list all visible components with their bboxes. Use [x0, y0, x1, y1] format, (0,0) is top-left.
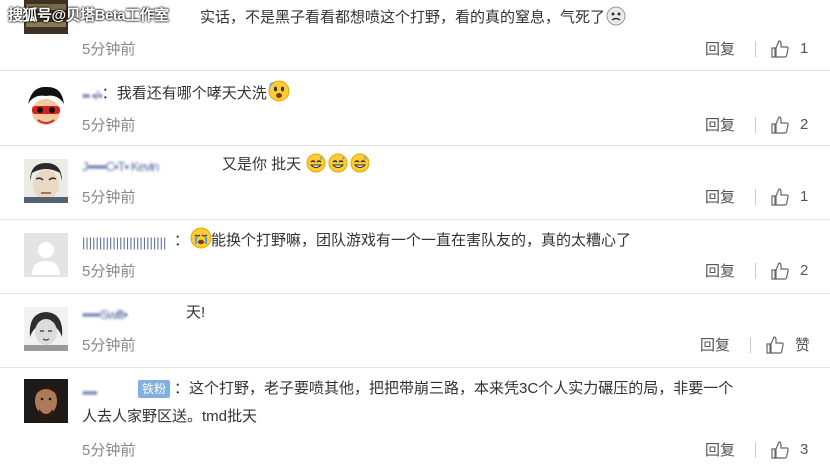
comment-text: 实话，不是黑子看看都想喷这个打野，看的真的窒息，气死了: [200, 9, 606, 26]
comment-body: J▪▪▪▪▪C▪T▪ Kevin 又是你 批天: [82, 153, 810, 177]
avatar[interactable]: [24, 233, 68, 277]
username[interactable]: ▪▪▪▪▪Swift▪: [82, 303, 172, 323]
like-count: 3: [800, 441, 809, 458]
sweat-smile-icon: [350, 153, 370, 173]
username[interactable]: ▪▪▪▪: [82, 379, 134, 399]
thumbs-up-icon[interactable]: [770, 39, 790, 59]
comment-actions: 回复 2: [705, 114, 810, 135]
comment-body: ▪▪▪▪ 铁粉 ：这个打野，老子要喷其他，把把带崩三路，本来凭3C个人实力碾压的局，…: [82, 375, 810, 431]
comment-item: ▪▪▪▪▪Swift▪ 天! 5分钟前 回复 赞: [0, 293, 830, 368]
divider: [755, 262, 756, 279]
comment-time: 5分钟前: [82, 117, 136, 134]
separator: ：: [174, 380, 190, 397]
avatar[interactable]: [24, 159, 68, 203]
watermark: 搜狐号@贝塔Beta工作室: [8, 7, 169, 24]
comment-body: |||||||||||||||||||||||||： 能换个打野嘛，团队游戏有一个…: [82, 227, 810, 253]
thumbs-up-icon[interactable]: [765, 335, 785, 355]
comment-actions: 回复 1: [705, 186, 810, 207]
like-button-label[interactable]: 赞: [795, 334, 810, 355]
separator: ：: [101, 85, 117, 102]
comment-time: 5分钟前: [82, 41, 136, 58]
thumbs-up-icon[interactable]: [770, 440, 790, 460]
comment-body: ▪▪▪▪▪Swift▪ 天!: [82, 301, 810, 325]
reply-button[interactable]: 回复: [705, 114, 735, 135]
username[interactable]: ▪▪ ▪/▪: [82, 84, 102, 104]
thumbs-up-icon[interactable]: [770, 261, 790, 281]
comment-time: 5分钟前: [82, 337, 136, 354]
divider: [755, 441, 756, 458]
divider: [749, 336, 751, 353]
angry-face-icon: [606, 6, 626, 26]
reply-button[interactable]: 回复: [705, 439, 735, 460]
like-count: 2: [800, 262, 809, 279]
fan-badge: 铁粉: [138, 380, 171, 399]
separator: ：: [174, 232, 190, 249]
comment-time: 5分钟前: [82, 442, 136, 459]
sweat-smile-icon: [306, 153, 326, 173]
comment-body: ▪▪ ▪/▪：我看还有哪个哮天犬洗: [82, 80, 810, 106]
comment-actions: 回复 2: [705, 260, 810, 281]
comment-text-continued: 人去人家野区送。tmd批天: [82, 408, 258, 425]
avatar[interactable]: [24, 379, 68, 423]
comment-text: 能换个打野嘛，团队游戏有一个一直在害队友的，真的太糟心了: [211, 232, 632, 249]
like-count: 2: [800, 116, 809, 133]
crying-face-icon: [190, 227, 212, 249]
comment-item: |||||||||||||||||||||||||： 能换个打野嘛，团队游戏有一个…: [0, 219, 830, 294]
comment-text: 天!: [186, 304, 206, 321]
comment-actions: 回复 赞: [700, 334, 810, 355]
avatar[interactable]: [24, 307, 68, 351]
username[interactable]: J▪▪▪▪▪C▪T▪ Kevin: [82, 155, 212, 175]
reply-button[interactable]: 回复: [705, 260, 735, 281]
like-count: 1: [800, 40, 809, 57]
comment-text: 这个打野，老子要喷其他，把把带崩三路，本来凭3C个人实力碾压的局，非要一个: [189, 380, 734, 397]
comment-actions: 回复 1: [705, 38, 810, 59]
comment-time: 5分钟前: [82, 189, 136, 206]
comment-item: ▪▪▪▪ 铁粉 ：这个打野，老子要喷其他，把把带崩三路，本来凭3C个人实力碾压的局，…: [0, 367, 830, 474]
fearful-face-icon: [268, 80, 290, 102]
divider: [755, 116, 756, 133]
comment-text: 又是你 批天: [222, 156, 302, 173]
avatar[interactable]: [24, 84, 68, 128]
username[interactable]: |||||||||||||||||||||||||: [82, 231, 174, 251]
reply-button[interactable]: 回复: [705, 186, 735, 207]
comment-text: 我看还有哪个哮天犬洗: [116, 85, 267, 102]
thumbs-up-icon[interactable]: [770, 115, 790, 135]
comment-time: 5分钟前: [82, 263, 136, 280]
comment-actions: 回复 3: [705, 439, 810, 460]
divider: [755, 188, 756, 205]
reply-button[interactable]: 回复: [705, 38, 735, 59]
like-count: 1: [800, 188, 809, 205]
comment-item: J▪▪▪▪▪C▪T▪ Kevin 又是你 批天 5分钟前 回复 1: [0, 145, 830, 220]
thumbs-up-icon[interactable]: [770, 187, 790, 207]
reply-button[interactable]: 回复: [700, 334, 730, 355]
comment-body: 实话，不是黑子看看都想喷这个打野，看的真的窒息，气死了: [82, 6, 810, 30]
comment-item: ▪▪ ▪/▪：我看还有哪个哮天犬洗 5分钟前 回复 2: [0, 70, 830, 146]
divider: [755, 40, 756, 57]
sweat-smile-icon: [328, 153, 348, 173]
